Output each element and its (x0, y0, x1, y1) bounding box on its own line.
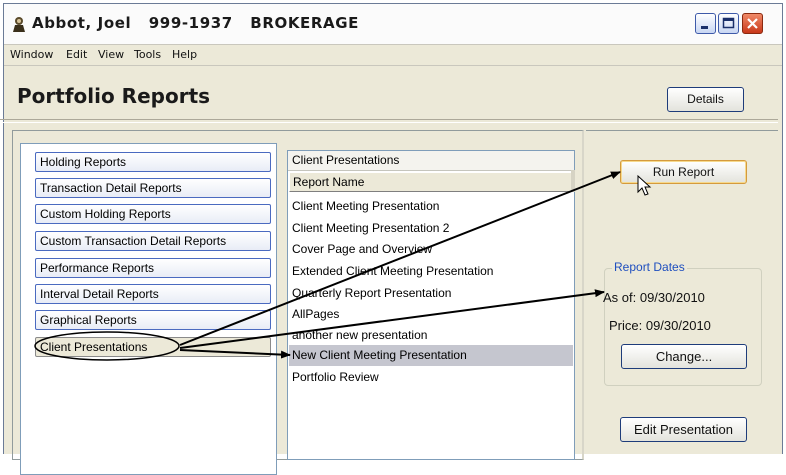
report-dates-legend: Report Dates (612, 260, 687, 274)
category-graphical-reports[interactable]: Graphical Reports (35, 310, 271, 330)
menu-edit[interactable]: Edit (66, 48, 87, 61)
close-button[interactable] (742, 13, 763, 34)
report-row[interactable]: Quarterly Report Presentation (289, 283, 573, 304)
menu-bar: Window Edit View Tools Help (4, 45, 782, 66)
category-custom-transaction-detail-reports[interactable]: Custom Transaction Detail Reports (35, 231, 271, 251)
window-title: Abbot, Joel 999-1937 BROKERAGE (32, 14, 360, 32)
category-transaction-detail-reports[interactable]: Transaction Detail Reports (35, 178, 271, 198)
category-performance-reports[interactable]: Performance Reports (35, 258, 271, 278)
report-row-selected[interactable]: New Client Meeting Presentation (289, 345, 573, 366)
report-row[interactable]: Extended Client Meeting Presentation (289, 261, 573, 282)
menu-tools[interactable]: Tools (134, 48, 161, 61)
as-of-date: As of: 09/30/2010 (603, 290, 705, 305)
edit-presentation-button[interactable]: Edit Presentation (620, 417, 747, 442)
report-list: Client Presentations Report Name Client … (287, 150, 575, 460)
report-row[interactable]: Portfolio Review (289, 367, 573, 388)
app-icon (13, 17, 25, 32)
run-report-button[interactable]: Run Report (620, 160, 747, 184)
header-separator (0, 119, 778, 123)
report-row[interactable]: Client Meeting Presentation (289, 196, 573, 217)
category-client-presentations[interactable]: Client Presentations (35, 337, 271, 357)
menu-window[interactable]: Window (10, 48, 53, 61)
title-bar[interactable]: Abbot, Joel 999-1937 BROKERAGE (4, 4, 782, 45)
report-list-group-title: Client Presentations (288, 151, 574, 171)
details-button[interactable]: Details (667, 87, 744, 112)
change-dates-button[interactable]: Change... (621, 344, 747, 369)
category-interval-detail-reports[interactable]: Interval Detail Reports (35, 284, 271, 304)
maximize-icon (722, 17, 735, 29)
price-date: Price: 09/30/2010 (609, 318, 711, 333)
category-custom-holding-reports[interactable]: Custom Holding Reports (35, 204, 271, 224)
report-row[interactable]: AllPages (289, 304, 573, 325)
minimize-icon (701, 26, 708, 29)
report-row[interactable]: Client Meeting Presentation 2 (289, 218, 573, 239)
menu-help[interactable]: Help (172, 48, 197, 61)
report-row[interactable]: Cover Page and Overview (289, 239, 573, 260)
category-holding-reports[interactable]: Holding Reports (35, 152, 271, 172)
maximize-button[interactable] (718, 13, 739, 34)
minimize-button[interactable] (695, 13, 716, 34)
column-header-report-name[interactable]: Report Name (289, 172, 572, 192)
report-row[interactable]: another new presentation (289, 325, 573, 346)
close-icon (747, 18, 758, 29)
page-title: Portfolio Reports (17, 84, 211, 108)
report-category-list: Holding Reports Transaction Detail Repor… (20, 143, 277, 475)
column-resize-handle[interactable] (571, 170, 575, 192)
menu-view[interactable]: View (98, 48, 124, 61)
